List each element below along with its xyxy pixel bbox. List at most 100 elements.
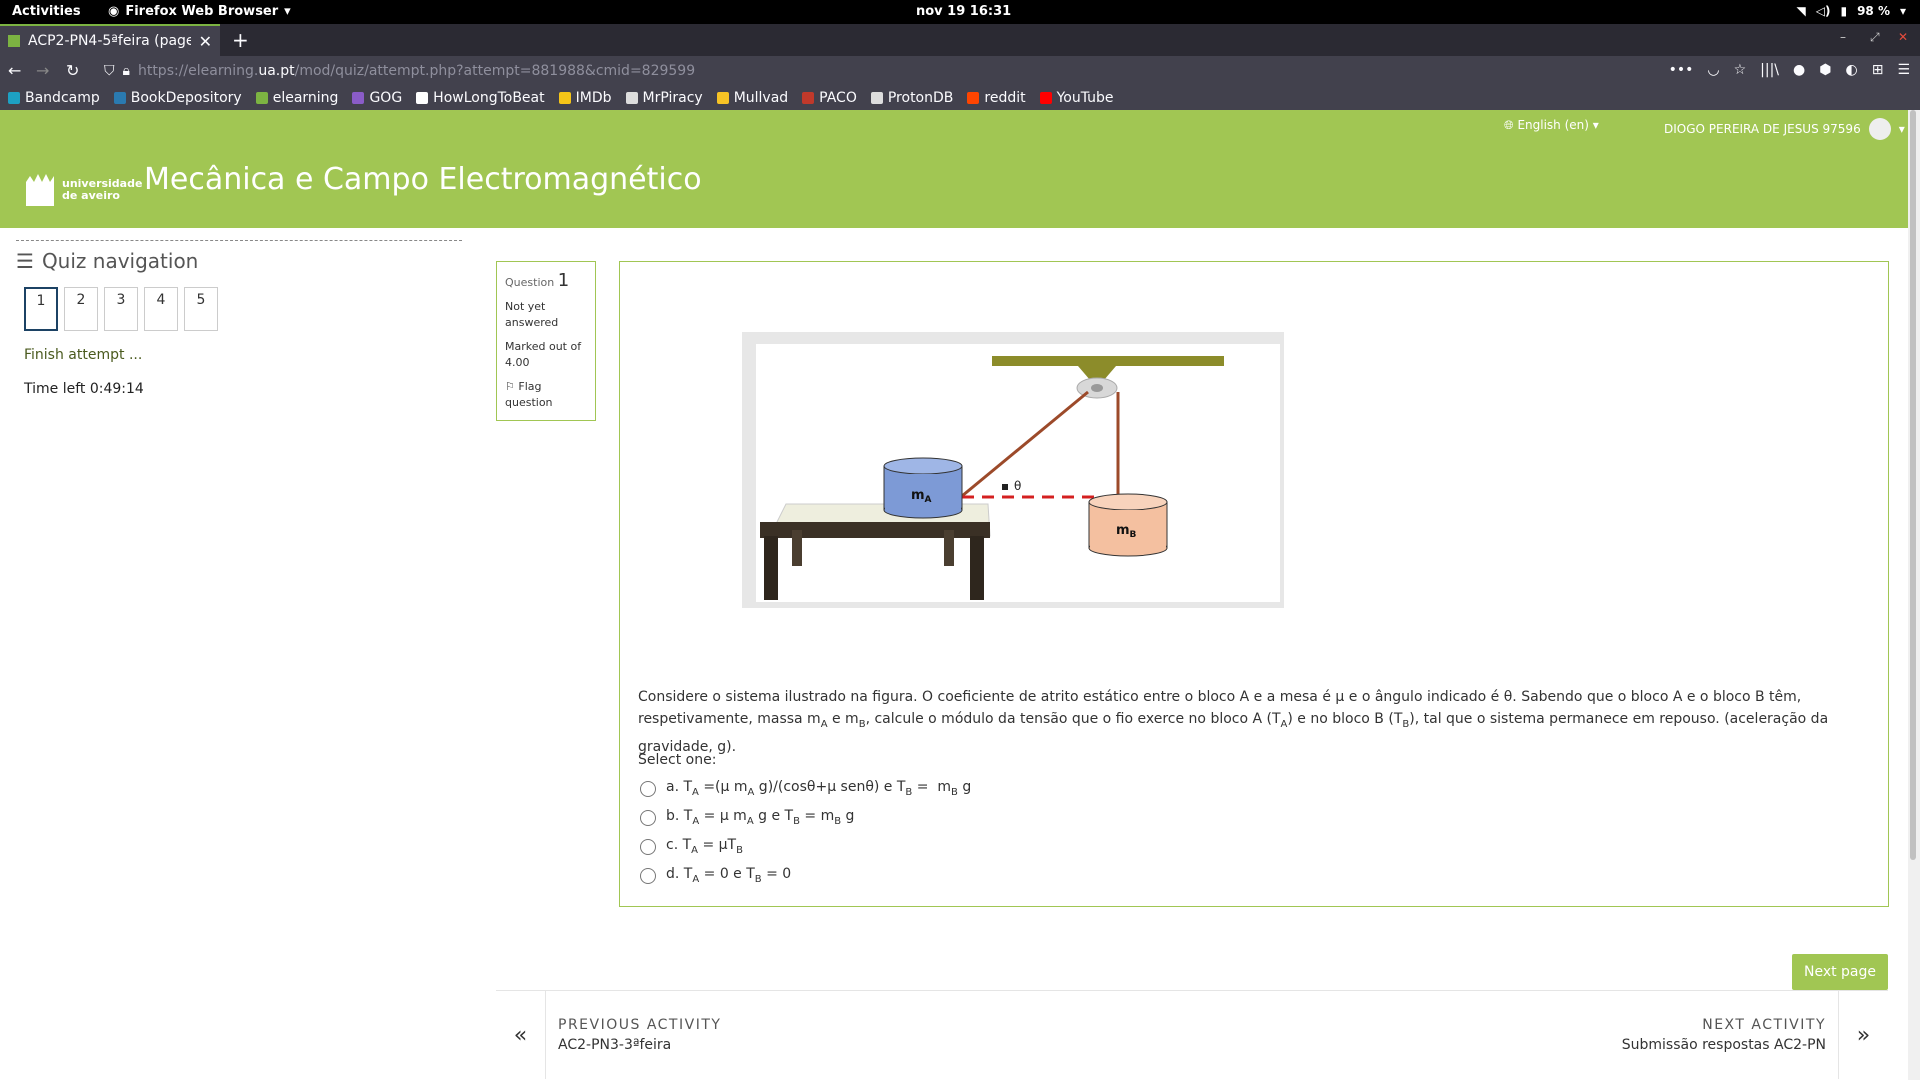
- battery-level: 98 %: [1857, 4, 1890, 18]
- page-scrollbar[interactable]: [1908, 110, 1920, 1080]
- bookmark-favicon-icon: [113, 92, 126, 104]
- previous-activity-link[interactable]: « PREVIOUS ACTIVITY AC2-PN3-3ªfeira: [496, 991, 733, 1079]
- page-title: Mecânica e Campo Electromagnético: [144, 162, 702, 197]
- question-nav-button-5[interactable]: 5: [184, 287, 218, 331]
- back-icon[interactable]: ←: [8, 61, 21, 80]
- double-chevron-left-icon: «: [496, 991, 546, 1079]
- app-menu[interactable]: ◉ Firefox Web Browser ▾: [108, 4, 291, 19]
- url-bar[interactable]: ⛉ 🔒︎ https://elearning.ua.pt/mod/quiz/at…: [98, 58, 1706, 84]
- close-window-icon[interactable]: ✕: [1898, 30, 1908, 44]
- activities-button[interactable]: Activities: [12, 4, 81, 19]
- question-nav-button-3[interactable]: 3: [104, 287, 138, 331]
- crest-icon: [26, 174, 54, 206]
- bookmark-mullvad[interactable]: Mullvad: [716, 90, 788, 106]
- next-page-button[interactable]: Next page: [1792, 954, 1888, 990]
- extensions-icon[interactable]: ⊞: [1872, 62, 1884, 78]
- close-tab-icon[interactable]: ✕: [199, 32, 212, 51]
- reload-icon[interactable]: ↻: [66, 61, 79, 80]
- user-name: DIOGO PEREIRA DE JESUS 97596: [1664, 122, 1861, 136]
- elearning-favicon-icon: [8, 35, 20, 47]
- pocket-icon[interactable]: ◡: [1707, 62, 1719, 78]
- bookmark-youtube[interactable]: YouTube: [1039, 90, 1114, 106]
- language-menu[interactable]: 🌐︎ English (en) ▾: [1504, 118, 1599, 133]
- answer-option-c[interactable]: c. TA = μTB: [640, 832, 971, 861]
- bookmark-imdb[interactable]: IMDb: [558, 90, 612, 106]
- answer-option-b[interactable]: b. TA = μ mA g e TB = mB g: [640, 803, 971, 832]
- more-icon[interactable]: •••: [1669, 62, 1694, 78]
- bookmarks-toolbar: Bandcamp BookDepository elearning GOG HowLon…: [0, 86, 1920, 110]
- question-state: Not yet answered: [505, 300, 559, 329]
- radio-a[interactable]: [640, 780, 656, 797]
- forward-icon[interactable]: →: [36, 61, 49, 80]
- pulley-diagram: θ mA mB: [760, 356, 1224, 600]
- answer-b-text: b. TA = μ mA g e TB = mB g: [666, 808, 855, 827]
- language-label: English (en) ▾: [1517, 118, 1599, 132]
- question-info: Question 1 Not yet answered Marked out o…: [496, 261, 596, 421]
- star-icon[interactable]: ☆: [1734, 62, 1747, 78]
- question-grade: Marked out of 4.00: [505, 340, 582, 369]
- time-left: Time left 0:49:14: [24, 381, 144, 397]
- question-nav-button-1[interactable]: 1: [24, 287, 58, 331]
- battery-icon: ▮: [1840, 4, 1848, 18]
- user-menu[interactable]: DIOGO PEREIRA DE JESUS 97596 ▾: [1664, 118, 1905, 140]
- bookmark-favicon-icon: [870, 92, 883, 104]
- extension-icon[interactable]: ●: [1793, 62, 1805, 78]
- radio-d[interactable]: [640, 867, 656, 884]
- quiz-navigation-block: ☰ Quiz navigation 12345 Finish attempt .…: [16, 240, 462, 397]
- clock[interactable]: nov 19 16:31: [916, 4, 1011, 19]
- app-menu-label: Firefox Web Browser: [125, 4, 279, 19]
- next-activity-name: Submissão respostas AC2-PN: [1621, 1037, 1826, 1053]
- globe-icon: 🌐︎: [1504, 118, 1514, 132]
- bookmark-howlongtobeat[interactable]: HowLongToBeat: [416, 90, 545, 106]
- course-header: universidade de aveiro Mecânica e Campo …: [0, 140, 1908, 228]
- bookmark-bookdepository[interactable]: BookDepository: [113, 90, 242, 106]
- quiz-navigation-heading: ☰ Quiz navigation: [16, 249, 199, 273]
- navigation-bar: ← → ↻ ⛉ 🔒︎ https://elearning.ua.pt/mod/q…: [0, 56, 1920, 86]
- answer-option-a[interactable]: a. TA =(μ mA g)/(cosθ+μ senθ) e TB = mB …: [640, 774, 971, 803]
- next-activity-link[interactable]: NEXT ACTIVITY Submissão respostas AC2-PN…: [1610, 991, 1888, 1079]
- ublock-icon[interactable]: ⬢: [1819, 62, 1831, 78]
- hamburger-icon[interactable]: ☰: [16, 249, 34, 273]
- gnome-top-bar: Activities ◉ Firefox Web Browser ▾ nov 1…: [0, 0, 1920, 24]
- tab-bar: ACP2-PN4-5ªfeira (page ✕ + – ⤢ ✕: [0, 24, 1920, 56]
- chevron-down-icon: ▾: [1899, 4, 1906, 18]
- bookmark-elearning[interactable]: elearning: [255, 90, 338, 106]
- toolbar-icons: ••• ◡ ☆ |||\ ● ⬢ ◐ ⊞ ☰: [1669, 62, 1910, 78]
- library-icon[interactable]: |||\: [1760, 62, 1779, 78]
- browser-tab[interactable]: ACP2-PN4-5ªfeira (page ✕: [0, 24, 220, 56]
- radio-c[interactable]: [640, 838, 656, 855]
- restore-icon[interactable]: ⤢: [1870, 30, 1880, 45]
- bookmark-mrpiracy[interactable]: MrPiracy: [625, 90, 703, 106]
- flag-question[interactable]: ⚐ Flag question: [505, 379, 587, 411]
- answer-options: a. TA =(μ mA g)/(cosθ+μ senθ) e TB = mB …: [640, 774, 971, 890]
- lock-icon[interactable]: 🔒︎: [123, 63, 130, 79]
- extension-icon[interactable]: ◐: [1845, 62, 1857, 78]
- answer-option-d[interactable]: d. TA = 0 e TB = 0: [640, 861, 971, 890]
- question-content: θ mA mB Considere o sistema ilustrado na…: [619, 261, 1889, 907]
- question-figure: θ mA mB: [742, 332, 1284, 608]
- bookmark-favicon-icon: [558, 92, 571, 104]
- radio-b[interactable]: [640, 809, 656, 826]
- bookmark-reddit[interactable]: reddit: [967, 90, 1026, 106]
- system-tray[interactable]: ◥ ◁) ▮ 98 % ▾: [1797, 4, 1907, 18]
- question-nav-button-4[interactable]: 4: [144, 287, 178, 331]
- bookmark-favicon-icon: [967, 92, 980, 104]
- volume-icon: ◁): [1815, 4, 1831, 18]
- finish-attempt-link[interactable]: Finish attempt ...: [24, 347, 462, 363]
- minimize-icon[interactable]: –: [1840, 30, 1846, 44]
- shield-icon[interactable]: ⛉: [104, 63, 115, 79]
- bookmark-protondb[interactable]: ProtonDB: [870, 90, 953, 106]
- bookmark-paco[interactable]: PACO: [802, 90, 857, 106]
- question-nav-button-2[interactable]: 2: [64, 287, 98, 331]
- wifi-icon: ◥: [1796, 4, 1806, 18]
- bookmark-bandcamp[interactable]: Bandcamp: [8, 90, 100, 106]
- menu-icon[interactable]: ☰: [1897, 62, 1910, 78]
- chevron-down-icon: ▾: [284, 4, 291, 19]
- bookmark-favicon-icon: [416, 92, 429, 104]
- university-logo[interactable]: universidade de aveiro: [24, 172, 142, 208]
- previous-activity-name: AC2-PN3-3ªfeira: [558, 1037, 672, 1053]
- new-tab-button[interactable]: +: [232, 28, 249, 52]
- tab-title: ACP2-PN4-5ªfeira (page: [28, 33, 191, 49]
- question-text: Considere o sistema ilustrado na figura.…: [638, 689, 1829, 755]
- bookmark-gog[interactable]: GOG: [352, 90, 402, 106]
